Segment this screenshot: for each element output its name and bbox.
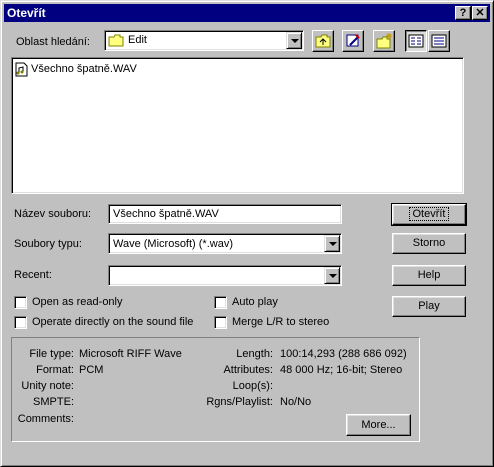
desktop-button[interactable] — [342, 30, 364, 52]
operate-directly-label: Operate directly on the sound file — [32, 316, 194, 328]
close-button[interactable]: ✕ — [472, 6, 488, 20]
cancel-button[interactable]: Storno — [392, 233, 466, 254]
details-view-button[interactable] — [428, 30, 450, 52]
details-view-icon — [431, 34, 447, 48]
file-name: Všechno špatně.WAV — [31, 63, 137, 75]
question-icon: ? — [459, 7, 467, 19]
file-list[interactable]: Všechno špatně.WAV — [11, 57, 464, 194]
unity-note-label: Unity note: — [21, 380, 74, 392]
help-title-button[interactable]: ? — [455, 6, 471, 20]
file-type-value: Microsoft RIFF Wave — [79, 348, 182, 360]
merge-checkbox[interactable] — [214, 316, 227, 329]
more-button[interactable]: More... — [346, 414, 411, 436]
help-button[interactable]: Help — [392, 265, 466, 286]
filetype-label: Soubory typu: — [14, 238, 82, 250]
folder-icon — [108, 34, 124, 47]
lookin-dropdown[interactable]: Edit — [104, 30, 304, 51]
length-label: Length: — [236, 348, 273, 360]
filename-value: Všechno špatně.WAV — [113, 208, 219, 220]
open-dialog: Otevřít ? ✕ Oblast hledání: Edit Všechno… — [0, 0, 494, 467]
filetype-dropdown[interactable]: Wave (Microsoft) (*.wav) — [108, 233, 342, 254]
file-type-label: File type: — [29, 348, 74, 360]
open-button[interactable]: Otevřít — [391, 203, 467, 226]
recent-dropdown[interactable] — [108, 265, 342, 286]
recent-dropdown-arrow[interactable] — [324, 267, 340, 284]
window-title: Otevřít — [7, 6, 46, 20]
list-view-button[interactable] — [405, 30, 427, 52]
new-folder-icon — [376, 33, 392, 49]
file-info-panel: File type: Microsoft RIFF Wave Format: P… — [11, 337, 420, 442]
auto-play-checkbox[interactable] — [214, 296, 227, 309]
length-value: 100:14,293 (288 686 092) — [280, 348, 407, 360]
read-only-checkbox[interactable] — [14, 296, 27, 309]
list-view-icon — [408, 34, 424, 48]
regions-value: No/No — [280, 396, 312, 408]
loops-label: Loop(s): — [232, 380, 273, 392]
lookin-label: Oblast hledání: — [16, 36, 90, 48]
comments-label: Comments: — [17, 413, 74, 425]
wav-file-icon — [15, 62, 28, 77]
close-icon: ✕ — [475, 7, 485, 19]
operate-directly-checkbox[interactable] — [14, 316, 27, 329]
regions-label: Rgns/Playlist: — [206, 396, 273, 408]
lookin-value: Edit — [128, 34, 147, 46]
new-folder-button[interactable] — [373, 30, 395, 52]
up-one-level-button[interactable] — [312, 30, 334, 52]
folder-up-icon — [315, 34, 331, 48]
desktop-icon — [346, 34, 360, 47]
merge-label: Merge L/R to stereo — [232, 316, 330, 328]
filetype-value: Wave (Microsoft) (*.wav) — [113, 238, 233, 250]
filename-input[interactable]: Všechno špatně.WAV — [108, 204, 342, 224]
attributes-value: 48 000 Hz; 16-bit; Stereo — [280, 364, 403, 376]
attributes-label: Attributes: — [223, 364, 273, 376]
format-label: Format: — [36, 364, 74, 376]
recent-label: Recent: — [14, 269, 52, 281]
filename-label: Název souboru: — [14, 208, 92, 220]
title-bar: Otevřít ? ✕ — [4, 4, 490, 22]
filetype-dropdown-arrow[interactable] — [324, 235, 340, 252]
play-button[interactable]: Play — [392, 296, 466, 317]
format-value: PCM — [79, 364, 104, 376]
read-only-label: Open as read-only — [32, 296, 123, 308]
lookin-dropdown-arrow[interactable] — [286, 32, 302, 49]
auto-play-label: Auto play — [232, 296, 278, 308]
smpte-label: SMPTE: — [33, 396, 74, 408]
